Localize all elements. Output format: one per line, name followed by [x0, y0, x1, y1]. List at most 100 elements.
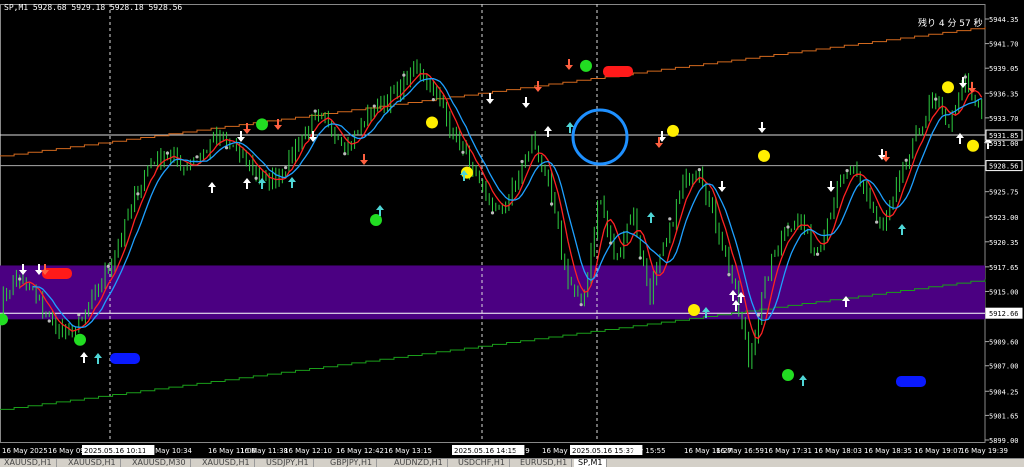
time-axis-label: 16 May 2025 [2, 447, 48, 455]
up-arrow-icon [243, 178, 251, 189]
upper-channel-line [0, 26, 986, 157]
fractal-dot [963, 75, 967, 79]
up-arrow-icon [898, 224, 906, 235]
fractal-dot [579, 303, 583, 307]
down-arrow-icon [565, 59, 573, 70]
up-arrow-icon [94, 353, 102, 364]
fractal-dot [343, 152, 347, 156]
fractal-dot [727, 272, 731, 277]
down-arrow-icon [827, 181, 835, 192]
fractal-dot [668, 217, 672, 221]
down-arrow-icon [758, 122, 766, 133]
price-axis-label: 5931.00 [989, 140, 1019, 148]
time-axis-label: 16 May 13:15 [384, 447, 432, 455]
price-axis-label: 5912.66 [989, 310, 1019, 318]
fractal-dot [284, 166, 288, 170]
time-axis-label: 16 May 19:07 [914, 447, 962, 455]
price-axis-label: 5936.35 [989, 90, 1019, 98]
highlight-circle [571, 108, 629, 166]
time-axis-label: 16 May 18:35 [864, 447, 912, 455]
fractal-dot [136, 192, 140, 196]
fractal-dot [875, 220, 879, 224]
down-arrow-icon [237, 131, 245, 142]
price-axis-label: 5915.00 [989, 288, 1019, 296]
fractal-dot [165, 151, 170, 155]
signal-badge [782, 369, 794, 382]
price-axis-label: 5909.60 [989, 339, 1019, 347]
price-axis-label: 5923.00 [989, 214, 1019, 222]
price-axis-label: 5917.65 [989, 264, 1019, 272]
fractal-dot [313, 109, 317, 113]
plot-frame [0, 4, 986, 443]
price-chart[interactable]: 5944.35 5941.70 5939.05 5936.35 5933.70 5931.… [0, 0, 1024, 458]
down-arrow-icon [360, 154, 368, 165]
fractal-dot [431, 98, 435, 102]
time-axis-label: 16 May 12:10 [284, 447, 332, 455]
signal-badge [758, 149, 770, 162]
fractal-dot [934, 97, 938, 101]
fractal-dot [845, 169, 849, 173]
red-signal-marker [42, 268, 72, 279]
price-axis-label: 5904.25 [989, 388, 1019, 396]
fractal-dot [254, 176, 258, 180]
fractal-dot [786, 225, 790, 229]
time-axis-label: 16 May 10:34 [144, 447, 193, 455]
fractal-dot [18, 277, 22, 281]
price-axis-label: 5907.00 [989, 363, 1019, 371]
signal-badge [426, 116, 438, 129]
up-arrow-icon [799, 375, 807, 386]
bar-countdown-timer: 残り 4 分 57 秒 [918, 19, 983, 29]
up-arrow-icon [208, 182, 216, 193]
blue-signal-marker [110, 353, 140, 364]
fractal-dot [490, 211, 495, 215]
time-axis-label: 16 May 12:42 [336, 447, 384, 455]
fractal-dot [697, 168, 701, 172]
down-arrow-icon [718, 181, 726, 192]
time-axis-label: 16 May 11:38 [240, 447, 288, 455]
signal-badge [688, 304, 700, 317]
fractal-dot [461, 150, 465, 154]
fractal-dot [402, 73, 406, 77]
time-axis-label: 16 May 17:31 [764, 447, 812, 455]
down-arrow-icon [486, 93, 494, 104]
price-axis-label: 5928.56 [989, 163, 1019, 171]
up-arrow-icon [80, 352, 88, 363]
up-arrow-icon [647, 212, 655, 223]
fractal-dot [77, 313, 81, 317]
price-axis-label: 5901.65 [989, 412, 1019, 420]
time-axis-label: 16 May 19:39 [960, 447, 1008, 455]
time-axis-label: 6 May 15:55 [622, 447, 666, 455]
price-axis-label: 5899.00 [989, 437, 1019, 445]
price-axis-label: 5925.75 [989, 189, 1019, 197]
fractal-dot [47, 319, 51, 323]
time-axis-label: 16 May 16:59 [716, 447, 764, 455]
price-axis-label: 5931.85 [989, 132, 1019, 140]
time-axis-label: 2025.05.16 10:11 [84, 447, 146, 455]
fractal-dot [106, 264, 110, 268]
price-axis-label: 5939.05 [989, 65, 1019, 73]
signal-badge [667, 124, 679, 137]
fractal-dot [904, 158, 908, 162]
fractal-dot [224, 146, 229, 150]
price-axis-label: 5933.70 [989, 115, 1019, 123]
price-axis-label: 5944.35 [989, 16, 1019, 24]
price-axis-label: 5920.35 [989, 239, 1019, 247]
time-axis-label: 16 May 09: [48, 447, 87, 455]
time-axis-label: 4:19 [514, 447, 530, 455]
fractal-dot [815, 252, 820, 256]
fractal-dot [372, 104, 376, 108]
symbol-ohlc-header: SP,M1 5928.68 5929.18 5928.18 5928.56 [4, 3, 183, 12]
signal-badge [967, 139, 979, 152]
signal-badge [942, 81, 954, 94]
fractal-dot [609, 241, 613, 245]
signal-badge [580, 59, 592, 72]
down-arrow-icon [522, 97, 530, 108]
fractal-dot [550, 202, 554, 206]
time-axis-label: 2025.05.16 14:15 [454, 447, 516, 455]
fractal-dot [638, 256, 642, 260]
fractal-dot [520, 159, 524, 164]
fractal-dot [756, 313, 761, 317]
blue-signal-marker [896, 376, 926, 387]
price-axis-label: 5941.70 [989, 41, 1019, 49]
support-zone [0, 265, 985, 320]
